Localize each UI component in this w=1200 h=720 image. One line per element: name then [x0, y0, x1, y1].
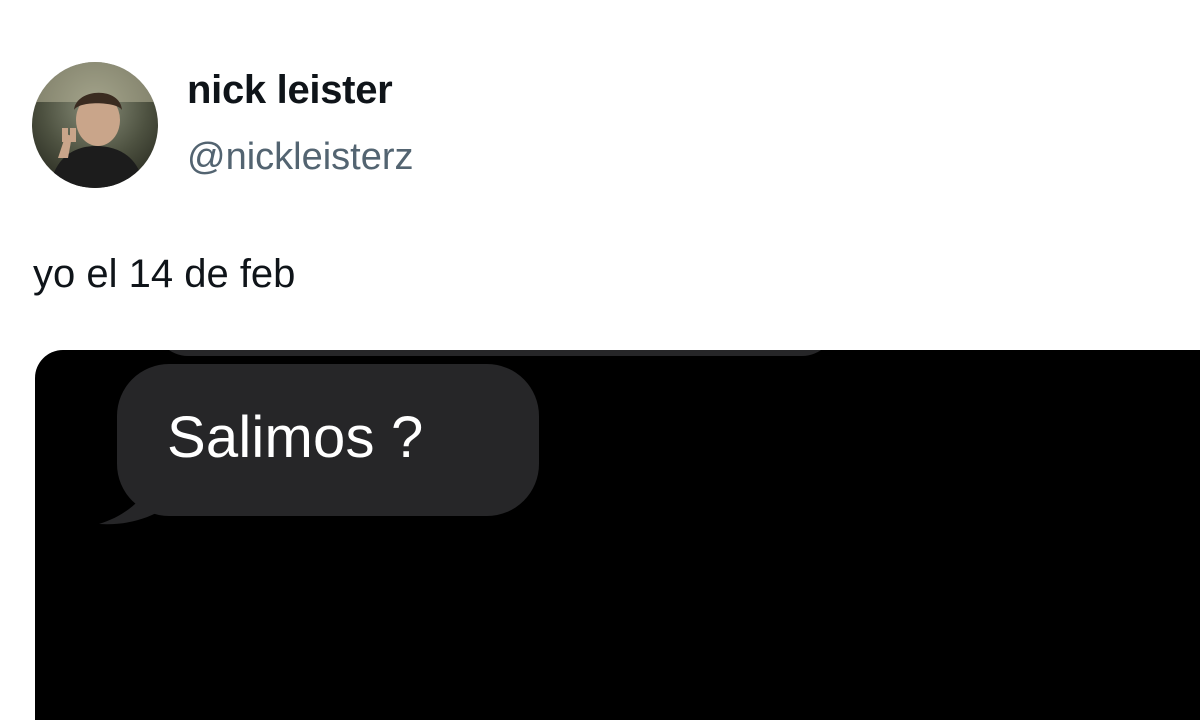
tweet-card: nick leister @nickleisterz yo el 14 de f…: [0, 0, 1200, 720]
previous-message-bubble: [155, 350, 835, 356]
message-text: Salimos ?: [167, 405, 424, 470]
tweet-media-image[interactable]: Salimos ?: [35, 350, 1200, 720]
tweet-text: yo el 14 de feb: [33, 252, 296, 296]
avatar-photo-icon: [32, 62, 158, 188]
author-display-name[interactable]: nick leister: [187, 68, 393, 112]
author-handle[interactable]: @nickleisterz: [187, 136, 414, 179]
author-avatar[interactable]: [32, 62, 158, 188]
